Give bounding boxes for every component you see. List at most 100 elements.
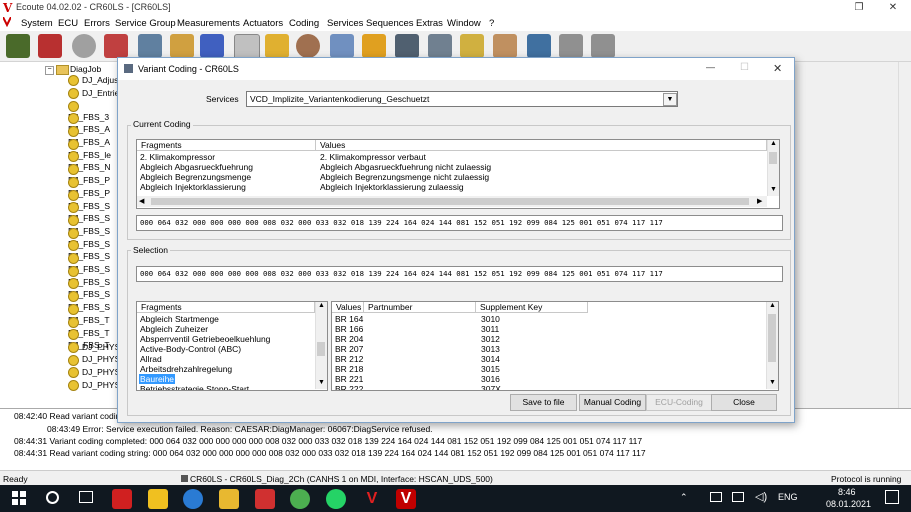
clear-errors-icon[interactable] [104, 34, 128, 58]
scroll-down-icon[interactable]: ▼ [769, 379, 776, 386]
tree-item[interactable]: DJ_FBS_P [68, 176, 122, 198]
menu-service-group[interactable]: Service Group [115, 18, 176, 29]
main-vertical-scrollbar[interactable] [898, 62, 911, 408]
tree-item[interactable]: DJ_FBS_3 [68, 100, 122, 122]
taskbar-date[interactable]: 08.01.2021 [826, 499, 871, 509]
yandex-icon[interactable] [112, 489, 132, 509]
tree-item[interactable]: DJ_FBS_T [68, 316, 122, 338]
fragment-item[interactable]: Absperrventil Getriebeoelkuehlung [139, 334, 271, 344]
menu-actuators[interactable]: Actuators [243, 18, 283, 29]
scroll-down-icon[interactable]: ▼ [318, 379, 325, 386]
close-dialog-button[interactable]: Close [711, 394, 777, 411]
current-fragment-cell[interactable]: Abgleich Begrenzungsmenge [140, 172, 251, 182]
tree-item[interactable]: DJ_FBS_S [68, 240, 122, 261]
menu-services[interactable]: Services [327, 18, 363, 29]
fragment-item[interactable]: Allrad [139, 354, 163, 364]
tree-item[interactable]: DJ_FBS_A [68, 126, 122, 147]
whatsapp-icon[interactable] [326, 489, 346, 509]
dialog-close-button[interactable]: ✕ [773, 62, 782, 75]
tree-root[interactable]: DiagJob [70, 64, 101, 74]
list-icon[interactable] [395, 34, 419, 58]
supplement-key-cell[interactable]: 3013 [481, 344, 500, 354]
values-vertical-scrollbar[interactable]: ▲ ▼ [766, 302, 778, 389]
supplement-key-cell[interactable]: 3014 [481, 354, 500, 364]
supplement-key-cell[interactable]: 3011 [481, 324, 499, 334]
fragment-item[interactable]: Arbeitsdrehzahlregelung [139, 364, 233, 374]
current-coding-list[interactable]: Fragments Values 2. Klimakompressor 2. Kl… [136, 139, 780, 209]
tree-item[interactable]: DJ_FBS_A [68, 113, 122, 134]
tree-item[interactable]: DJ_FBS_T [68, 303, 122, 325]
supplement-key-cell[interactable]: 3015 [481, 364, 500, 374]
start-icon[interactable] [12, 491, 26, 505]
collapse-toggle-icon[interactable]: − [45, 66, 54, 75]
tree-item[interactable]: DJ_FBS_le [68, 138, 122, 160]
actuator-icon[interactable] [265, 34, 289, 58]
fragment-item-selected[interactable]: Baureihe [139, 374, 176, 384]
tray-chevron-icon[interactable]: ⌃ [680, 492, 688, 503]
chevron-down-icon[interactable]: ▼ [663, 93, 677, 106]
menu-window[interactable]: Window [447, 18, 481, 29]
tree-item[interactable]: DJ_Entrie [68, 88, 119, 101]
anydesk-icon[interactable] [255, 489, 275, 509]
column-header-fragments[interactable]: Fragments [137, 140, 316, 151]
tree-item[interactable]: DJ_FBS_S [68, 202, 122, 223]
value-cell[interactable]: BR 164 [335, 314, 363, 324]
menu-errors[interactable]: Errors [84, 18, 110, 29]
value-cell[interactable]: BR 222 [335, 384, 363, 390]
column-header-supplement-key[interactable]: Supplement Key [476, 302, 588, 313]
display-tray-icon[interactable] [732, 492, 744, 502]
close-button[interactable]: ✕ [880, 0, 906, 15]
menu-help[interactable]: ? [489, 18, 494, 29]
menu-ecu[interactable]: ECU [58, 18, 78, 29]
ecoute-icon[interactable]: V [396, 489, 416, 509]
current-value-cell[interactable]: Abgleich Abgasrueckfuehrung nicht zulaes… [320, 162, 491, 172]
supplement-key-cell[interactable]: 3012 [481, 334, 500, 344]
menu-system[interactable]: System [21, 18, 53, 29]
value-cell[interactable]: BR 218 [335, 364, 363, 374]
notifications-icon[interactable] [885, 490, 899, 504]
current-value-cell[interactable]: Abgleich Begrenzungsmenge nicht zulaessi… [320, 172, 489, 182]
scroll-thumb[interactable] [317, 342, 325, 356]
tree-item[interactable]: DJ_FBS_S [68, 265, 122, 287]
value-cell[interactable]: BR 221 [335, 374, 363, 384]
binoculars-icon[interactable] [527, 34, 551, 58]
vehicle-icon[interactable] [200, 34, 224, 58]
tree-item[interactable]: DJ_FBS_S [68, 227, 122, 249]
menu-extras[interactable]: Extras [416, 18, 443, 29]
scroll-thumb[interactable] [151, 198, 749, 205]
tree-item[interactable]: DJ_FBS_N [68, 151, 122, 172]
ecu-coding-button[interactable]: ECU-Coding [646, 394, 712, 411]
tree-item[interactable]: DJ_PHYS [68, 380, 120, 393]
scroll-up-icon[interactable]: ▲ [770, 140, 777, 147]
tree-item[interactable]: DJ_FBS_S [68, 253, 122, 274]
supplement-key-cell[interactable]: 307X [481, 384, 501, 390]
chrome-icon[interactable] [290, 489, 310, 509]
column-header-values[interactable]: Values [332, 302, 364, 313]
column-header-fragments[interactable]: Fragments [137, 302, 315, 313]
flash-icon[interactable] [362, 34, 386, 58]
document-icon[interactable] [460, 34, 484, 58]
supplement-key-cell[interactable]: 3016 [481, 374, 500, 384]
current-vertical-scrollbar[interactable]: ▲ ▼ [767, 140, 779, 196]
scroll-up-icon[interactable]: ▲ [769, 302, 776, 309]
menu-measurements[interactable]: Measurements [177, 18, 240, 29]
taskbar-time[interactable]: 8:46 [838, 487, 856, 497]
restore-button[interactable]: ❐ [846, 0, 872, 15]
tree-item[interactable]: DJ_PHYS [68, 367, 120, 380]
network-icon[interactable] [330, 34, 354, 58]
value-cell[interactable]: BR 212 [335, 354, 363, 364]
services-select[interactable]: VCD_Implizite_Variantenkodierung_Geschue… [246, 91, 678, 107]
tree-item[interactable]: DJ_PHYS [68, 354, 120, 367]
values-list[interactable]: Values Partnumber Supplement Key BR 164 3… [331, 301, 779, 391]
network-tray-icon[interactable] [710, 492, 722, 502]
plug-icon[interactable] [559, 34, 583, 58]
tree-item[interactable]: DJ_FBS_S [68, 189, 122, 211]
current-fragment-cell[interactable]: 2. Klimakompressor [140, 152, 215, 162]
fragments-vertical-scrollbar[interactable]: ▲ ▼ [315, 302, 327, 389]
fragment-item[interactable]: Abgleich Zuheizer [139, 324, 209, 334]
ecu-icon[interactable] [138, 34, 162, 58]
column-header-values[interactable]: Values [316, 140, 767, 151]
current-value-cell[interactable]: Abgleich Injektorklassierung zulaessig [320, 182, 464, 192]
current-value-cell[interactable]: 2. Klimakompressor verbaut [320, 152, 426, 162]
unplug-icon[interactable] [591, 34, 615, 58]
